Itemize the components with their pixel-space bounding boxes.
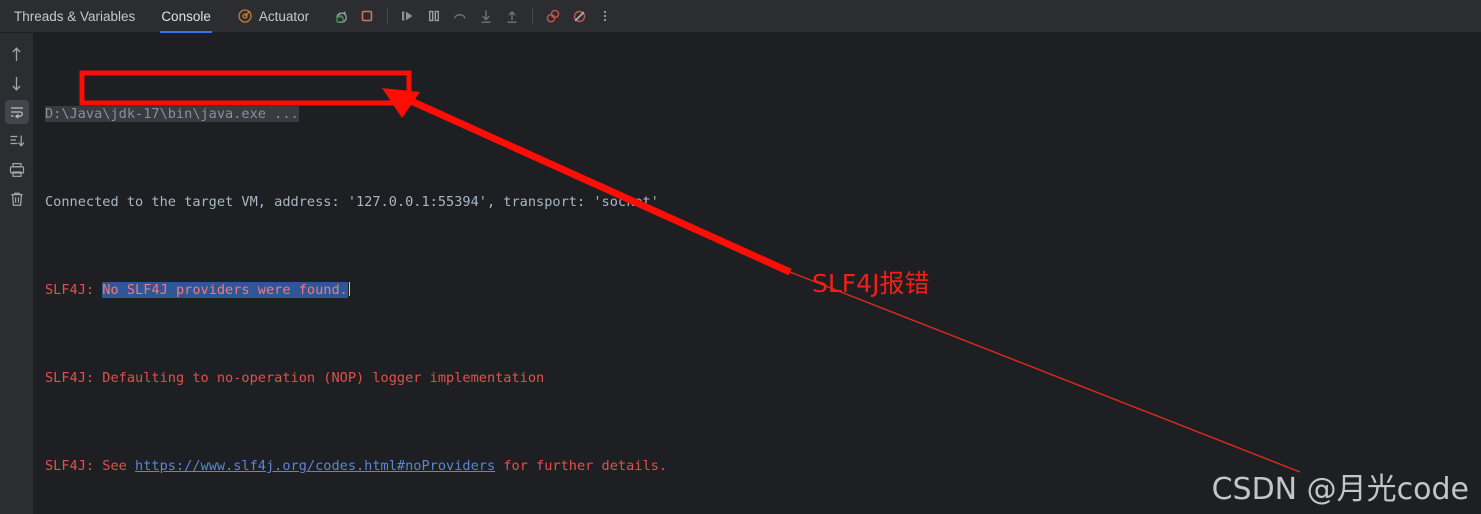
watermark: CSDN @月光code	[1211, 472, 1469, 507]
tab-actuator[interactable]: Actuator	[224, 0, 322, 33]
command-text: D:\Java\jdk-17\bin\java.exe ...	[45, 106, 299, 122]
tab-label: Threads & Variables	[14, 8, 136, 24]
console-line-command: D:\Java\jdk-17\bin\java.exe ...	[45, 103, 1481, 125]
tab-label: Console	[161, 8, 211, 24]
text-caret	[348, 282, 350, 296]
debug-toolbar: Threads & Variables Console Actuator	[0, 0, 1481, 33]
console-side-toolbar	[0, 33, 33, 514]
print-icon[interactable]	[5, 158, 29, 182]
more-options-icon[interactable]	[592, 3, 618, 29]
console-line-no-providers: SLF4J: No SLF4J providers were found.	[45, 279, 1481, 301]
slf4j-prefix: SLF4J:	[45, 282, 103, 298]
console-line-defaulting: SLF4J: Defaulting to no-operation (NOP) …	[45, 370, 545, 386]
rerun-icon[interactable]	[328, 3, 354, 29]
selected-text[interactable]: No SLF4J providers were found.	[102, 282, 348, 298]
tab-threads-and-variables[interactable]: Threads & Variables	[0, 0, 148, 33]
trash-icon[interactable]	[5, 187, 29, 211]
step-into-icon[interactable]	[473, 3, 499, 29]
down-arrow-icon[interactable]	[5, 71, 29, 95]
tab-label: Actuator	[258, 8, 310, 24]
console-output[interactable]: D:\Java\jdk-17\bin\java.exe ... Connecte…	[33, 33, 1481, 514]
resume-program-icon[interactable]	[395, 3, 421, 29]
console-line-connected: Connected to the target VM, address: '12…	[45, 194, 659, 210]
noproviders-link[interactable]: https://www.slf4j.org/codes.html#noProvi…	[135, 458, 495, 474]
step-over-icon[interactable]	[447, 3, 473, 29]
stop-icon[interactable]	[354, 3, 380, 29]
up-arrow-icon[interactable]	[5, 42, 29, 66]
toolbar-separator	[532, 7, 534, 25]
see-prefix: SLF4J: See	[45, 458, 136, 474]
annotation-label: SLF4J报错	[812, 269, 930, 298]
scroll-to-end-icon[interactable]	[5, 129, 29, 153]
console-lines: D:\Java\jdk-17\bin\java.exe ... Connecte…	[45, 37, 1481, 514]
actuator-icon	[237, 8, 253, 24]
see-suffix: for further details.	[495, 458, 668, 474]
soft-wrap-icon[interactable]	[4, 100, 29, 124]
pause-program-icon[interactable]	[421, 3, 447, 29]
view-breakpoints-icon[interactable]	[540, 3, 566, 29]
toolbar-separator	[387, 7, 389, 25]
debug-tool-window: Threads & Variables Console Actuator D:\…	[0, 0, 1481, 514]
tab-console[interactable]: Console	[148, 0, 224, 33]
step-out-icon[interactable]	[499, 3, 525, 29]
mute-breakpoints-icon[interactable]	[566, 3, 592, 29]
